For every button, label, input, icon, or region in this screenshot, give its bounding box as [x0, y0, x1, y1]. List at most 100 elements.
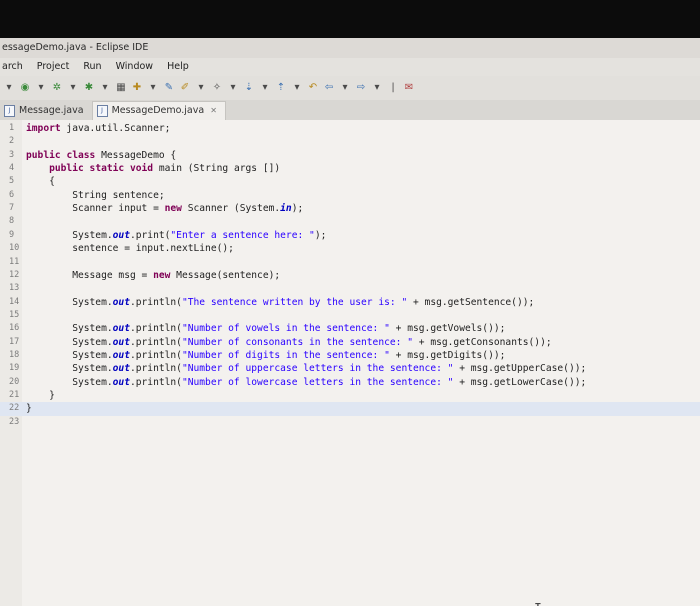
- code-line[interactable]: 18 System.out.println("Number of digits …: [0, 349, 700, 362]
- menu-bar: arch Project Run Window Help: [0, 58, 700, 76]
- line-number: 21: [9, 390, 20, 400]
- java-file-icon: J: [96, 105, 108, 117]
- tab-message-java[interactable]: J Message.java: [0, 102, 92, 120]
- code-line[interactable]: 3 public class MessageDemo {: [0, 149, 700, 162]
- menu-window[interactable]: Window: [116, 61, 153, 72]
- code-line[interactable]: 11: [0, 256, 700, 269]
- code-line[interactable]: 21 }: [0, 389, 700, 402]
- code-text: String sentence;: [26, 189, 165, 201]
- code-text: System.out.println("Number of lowercase …: [26, 376, 587, 388]
- code-line[interactable]: 16 System.out.println("Number of vowels …: [0, 322, 700, 335]
- code-line[interactable]: 1 import java.util.Scanner;: [0, 122, 700, 135]
- mouse-text-cursor: I: [534, 602, 542, 606]
- dropdown-icon[interactable]: ▾: [226, 81, 240, 95]
- line-number: 11: [9, 256, 20, 267]
- menu-run[interactable]: Run: [83, 61, 101, 72]
- line-number: 13: [9, 283, 20, 294]
- new-icon[interactable]: ✚: [130, 81, 144, 95]
- line-number: 22: [9, 403, 20, 414]
- code-text: }: [26, 403, 32, 415]
- code-line[interactable]: 5 {: [0, 175, 700, 188]
- code-line[interactable]: 23: [0, 416, 700, 429]
- debug-icon[interactable]: ✲: [50, 81, 64, 95]
- last-edit-icon[interactable]: ↶: [306, 81, 320, 95]
- code-text: public class MessageDemo {: [26, 149, 177, 161]
- line-number: 18: [9, 349, 20, 360]
- line-number: 1: [9, 123, 15, 133]
- code-line[interactable]: 20 System.out.println("Number of lowerca…: [0, 376, 700, 389]
- dropdown-icon[interactable]: ▾: [370, 81, 384, 95]
- forward-icon[interactable]: ⇨: [354, 81, 368, 95]
- dropdown-icon[interactable]: ▾: [258, 81, 272, 95]
- line-number: 8: [9, 216, 15, 227]
- code-text: public static void main (String args []): [49, 163, 281, 175]
- pencil-icon[interactable]: ✐: [178, 81, 192, 95]
- code-line[interactable]: 17 System.out.println("Number of consona…: [0, 336, 700, 349]
- line-number: 3: [9, 149, 15, 160]
- toolbar: ▾ ◉ ▾ ✲ ▾ ✱ ▾ ▦ ✚ ▾ ✎ ✐ ▾ ✧ ▾ ⇣ ▾ ⇡ ▾ ↶ …: [0, 76, 700, 100]
- code-line[interactable]: 8: [0, 215, 700, 228]
- editor-tabs: J Message.java J MessageDemo.java ✕: [0, 100, 700, 121]
- line-number: 17: [9, 336, 20, 347]
- code-editor[interactable]: 1 import java.util.Scanner; 2 3 public class…: [0, 120, 700, 606]
- search-icon[interactable]: ✎: [162, 81, 176, 95]
- code-text: System.out.println("Number of uppercase …: [26, 363, 587, 375]
- code-text: System.out.println("Number of vowels in …: [26, 323, 506, 335]
- line-number: 4: [9, 163, 15, 174]
- line-number: 6: [9, 189, 15, 200]
- code-text: import java.util.Scanner;: [26, 123, 171, 134]
- line-number: 20: [9, 376, 20, 387]
- code-line[interactable]: 10 sentence = input.nextLine();: [0, 242, 700, 255]
- line-number: 7: [9, 203, 15, 214]
- code-text: sentence = input.nextLine();: [26, 243, 234, 255]
- code-line[interactable]: 6 String sentence;: [0, 189, 700, 202]
- dropdown-icon[interactable]: ▾: [66, 81, 80, 95]
- window-title: essageDemo.java - Eclipse IDE: [0, 38, 700, 58]
- code-text: System.out.print("Enter a sentence here:…: [26, 229, 327, 241]
- code-line[interactable]: 19 System.out.println("Number of upperca…: [0, 362, 700, 375]
- dropdown-icon[interactable]: ▾: [34, 81, 48, 95]
- grid-icon[interactable]: ▦: [114, 81, 128, 95]
- code-line[interactable]: 14 System.out.println("The sentence writ…: [0, 296, 700, 309]
- code-line[interactable]: 9 System.out.print("Enter a sentence her…: [0, 229, 700, 242]
- line-number: 10: [9, 243, 20, 254]
- run-icon[interactable]: ◉: [18, 81, 32, 95]
- code-line[interactable]: 12 Message msg = new Message(sentence);: [0, 269, 700, 282]
- pin-icon[interactable]: ✉: [402, 81, 416, 95]
- dropdown-icon[interactable]: ▾: [2, 81, 16, 95]
- code-line[interactable]: 15: [0, 309, 700, 322]
- line-number: 19: [9, 363, 20, 374]
- line-number: 2: [9, 136, 15, 147]
- dropdown-icon[interactable]: ▾: [338, 81, 352, 95]
- code-text: }: [26, 390, 55, 401]
- line-number: 9: [9, 229, 15, 240]
- menu-project[interactable]: Project: [37, 61, 70, 72]
- coverage-icon[interactable]: ✱: [82, 81, 96, 95]
- code-line[interactable]: 13: [0, 282, 700, 295]
- code-line[interactable]: 4 public static void main (String args […: [0, 162, 700, 175]
- annotation-icon[interactable]: ✧: [210, 81, 224, 95]
- close-icon[interactable]: ✕: [210, 102, 217, 120]
- code-text: System.out.println("The sentence written…: [26, 296, 535, 308]
- tab-label: MessageDemo.java: [111, 105, 205, 116]
- eclipse-window: essageDemo.java - Eclipse IDE arch Proje…: [0, 38, 700, 606]
- line-number: 14: [9, 296, 20, 307]
- menu-help[interactable]: Help: [167, 61, 189, 72]
- code-line[interactable]: 22}: [0, 402, 700, 416]
- back-icon[interactable]: ⇦: [322, 81, 336, 95]
- code-line[interactable]: 2: [0, 135, 700, 148]
- code-line[interactable]: 7 Scanner input = new Scanner (System.in…: [0, 202, 700, 215]
- separator: |: [391, 82, 395, 93]
- prev-annotation-icon[interactable]: ⇡: [274, 81, 288, 95]
- tab-messagedemo-java[interactable]: J MessageDemo.java ✕: [91, 101, 226, 120]
- dropdown-icon[interactable]: ▾: [146, 81, 160, 95]
- tab-label: Message.java: [19, 105, 84, 116]
- code-text: Message msg = new Message(sentence);: [26, 269, 281, 281]
- line-number: 16: [9, 323, 20, 334]
- dropdown-icon[interactable]: ▾: [98, 81, 112, 95]
- dropdown-icon[interactable]: ▾: [194, 81, 208, 95]
- dropdown-icon[interactable]: ▾: [290, 81, 304, 95]
- menu-search[interactable]: arch: [2, 61, 23, 72]
- next-annotation-icon[interactable]: ⇣: [242, 81, 256, 95]
- line-number: 12: [9, 269, 20, 280]
